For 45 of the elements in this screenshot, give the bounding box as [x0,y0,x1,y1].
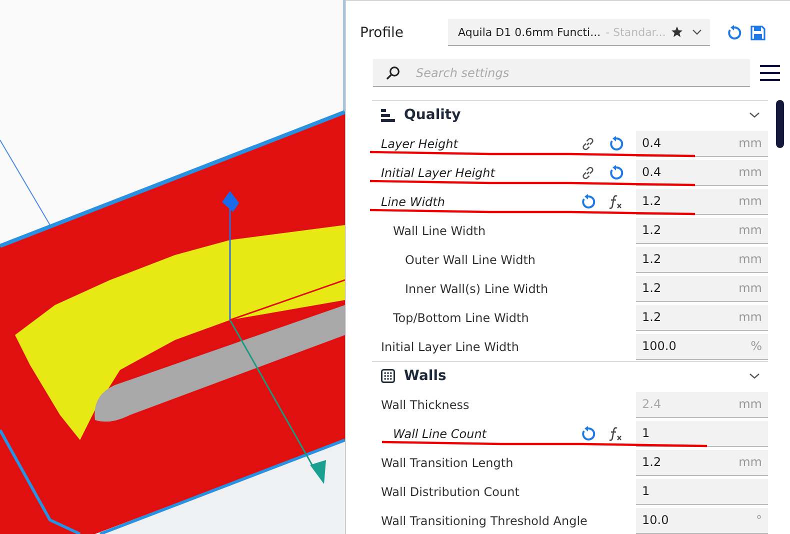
reset-icon[interactable] [580,194,596,210]
setting-label: Wall Transitioning Threshold Angle [381,514,588,528]
value-field[interactable]: 1.2 mm [636,188,768,214]
setting-label: Wall Transition Length [381,456,514,470]
setting-label: Outer Wall Line Width [405,252,537,266]
setting-label: Inner Wall(s) Line Width [405,282,550,296]
search-input[interactable]: Search settings [414,64,738,80]
value-field[interactable]: 1.2 mm [636,246,768,272]
reset-icon[interactable] [608,136,624,152]
setting-label: Line Width [381,194,446,208]
search-field[interactable]: Search settings [373,59,750,87]
value-field: 2.4 mm [636,392,768,418]
chain-link-icon[interactable] [580,164,596,180]
section-header[interactable]: Quality [372,101,768,129]
reset-icon[interactable] [726,24,742,40]
value-field[interactable]: 1.2 mm [636,450,768,476]
setting-label: Wall Distribution Count [381,484,520,498]
setting-label: Initial Layer Height [381,166,496,180]
chain-link-icon[interactable] [580,136,596,152]
search-icon [386,66,400,80]
setting-label: Wall Line Width [393,224,487,238]
value-field[interactable]: 1.2 mm [636,304,768,330]
chevron-icon [749,112,760,118]
scrollbar-thumb[interactable] [776,100,784,148]
value-field[interactable]: 100.0 % [636,334,768,360]
save-icon[interactable] [750,24,766,40]
value-field[interactable]: 1.2 mm [636,276,768,302]
value-field[interactable]: 0.4 mm [636,160,768,186]
chevron-icon [749,373,760,379]
setting-label: Top/Bottom Line Width [393,310,530,324]
bars-icon [381,108,395,122]
value-field[interactable]: 10.0 ° [636,508,768,534]
reset-icon[interactable] [608,164,624,180]
profile-label: Profile [360,24,405,40]
setting-label: Initial Layer Line Width [381,340,520,354]
value-field[interactable]: 0.4 mm [636,130,768,156]
setting-label: Wall Line Count [393,426,488,440]
menu-icon[interactable] [760,65,780,81]
setting-label: Wall Thickness [381,398,470,412]
caret-icon [692,29,702,35]
value-field[interactable]: 1.2 mm [636,218,768,244]
value-field[interactable]: 1 [636,478,768,504]
setting-label: Layer Height [381,136,460,150]
section-header[interactable]: Walls [372,361,768,390]
grid-icon [381,369,395,383]
